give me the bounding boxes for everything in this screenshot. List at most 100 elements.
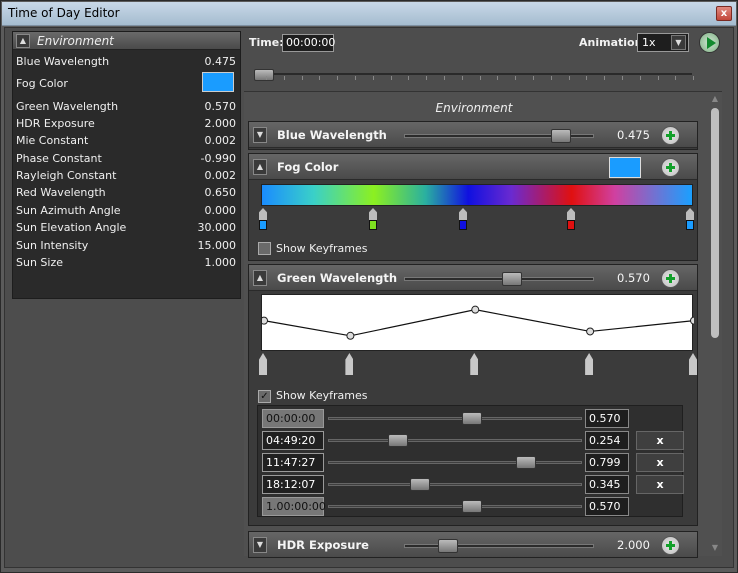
blue-wavelength-slider[interactable] bbox=[404, 129, 594, 143]
curve-plot bbox=[260, 305, 698, 340]
property-name: Phase Constant bbox=[16, 152, 102, 165]
keyframe-time-input[interactable]: 1.00:00:00 bbox=[262, 497, 326, 516]
curve-keyframe-marker[interactable] bbox=[585, 353, 594, 375]
animation-speed-value: 1x bbox=[642, 36, 656, 49]
add-keyframe-button[interactable] bbox=[661, 269, 680, 288]
keyframe-time-input[interactable]: 00:00:00 bbox=[262, 409, 324, 428]
property-row-rayleigh-constant[interactable]: Rayleigh Constant 0.002 bbox=[16, 167, 236, 184]
section-name: Fog Color bbox=[277, 160, 339, 174]
scroll-up-icon[interactable]: ▲ bbox=[710, 94, 720, 104]
property-value: 0.000 bbox=[204, 204, 237, 217]
property-row-blue-wavelength[interactable]: Blue Wavelength 0.475 bbox=[16, 53, 236, 70]
blue-wavelength-section: ▼ Blue Wavelength 0.475 bbox=[248, 121, 698, 150]
property-value: 0.002 bbox=[204, 169, 237, 182]
add-keyframe-button[interactable] bbox=[661, 126, 680, 145]
curve-keyframe-marker[interactable] bbox=[345, 353, 354, 375]
green-show-keyframes-checkbox[interactable]: ✓ bbox=[258, 390, 271, 403]
keyframe-time-input[interactable]: 04:49:20 bbox=[262, 431, 324, 450]
hdr-exposure-slider[interactable] bbox=[404, 539, 594, 553]
property-name: HDR Exposure bbox=[16, 117, 95, 130]
scroll-down-icon[interactable]: ▼ bbox=[710, 543, 720, 553]
curve-keyframe-point[interactable] bbox=[346, 331, 355, 340]
keyframe-value-input[interactable]: 0.570 bbox=[585, 497, 629, 516]
green-wavelength-slider[interactable] bbox=[404, 272, 594, 286]
keyframe-value-input[interactable]: 0.254 bbox=[585, 431, 629, 450]
keyframe-value-slider[interactable] bbox=[328, 500, 582, 513]
keyframe-time-input[interactable]: 18:12:07 bbox=[262, 475, 324, 494]
slider-thumb[interactable] bbox=[551, 129, 572, 143]
expand-toggle[interactable]: ▼ bbox=[253, 127, 267, 143]
expand-toggle[interactable]: ▼ bbox=[253, 537, 267, 553]
property-row-phase-constant[interactable]: Phase Constant -0.990 bbox=[16, 150, 236, 167]
chevron-down-icon[interactable]: ▼ bbox=[671, 35, 686, 50]
fog-color-swatch[interactable] bbox=[609, 157, 641, 178]
property-list-header: ▲ Environment bbox=[13, 32, 240, 50]
property-row-green-wavelength[interactable]: Green Wavelength 0.570 bbox=[16, 98, 236, 115]
animation-speed-select[interactable]: 1x ▼ bbox=[637, 33, 689, 52]
curve-keyframe-marker[interactable] bbox=[259, 353, 267, 375]
property-name: Sun Elevation Angle bbox=[16, 221, 127, 234]
keyframe-time-input[interactable]: 11:47:27 bbox=[262, 453, 324, 472]
fog-color-swatch[interactable] bbox=[202, 72, 234, 92]
curve-keyframe-point[interactable] bbox=[690, 316, 698, 325]
remove-keyframe-button[interactable]: x bbox=[636, 453, 684, 472]
property-row-sun-elevation-angle[interactable]: Sun Elevation Angle 30.000 bbox=[16, 219, 236, 236]
collapse-toggle[interactable]: ▲ bbox=[253, 270, 267, 286]
property-value: 0.650 bbox=[204, 186, 237, 199]
curve-keyframe-point[interactable] bbox=[471, 305, 480, 314]
property-row-sun-azimuth-angle[interactable]: Sun Azimuth Angle 0.000 bbox=[16, 202, 236, 219]
color-keyframe-marker[interactable] bbox=[258, 208, 268, 232]
keyframe-value-input[interactable]: 0.799 bbox=[585, 453, 629, 472]
scrollbar-thumb[interactable] bbox=[711, 108, 719, 338]
slider-thumb[interactable] bbox=[388, 434, 409, 447]
slider-thumb[interactable] bbox=[409, 478, 430, 491]
property-name: Fog Color bbox=[16, 77, 68, 90]
collapse-toggle[interactable]: ▲ bbox=[16, 34, 30, 48]
keyframe-value-input[interactable]: 0.570 bbox=[585, 409, 629, 428]
property-value: 0.570 bbox=[204, 100, 237, 113]
play-button[interactable] bbox=[699, 32, 720, 53]
property-row-sun-intensity[interactable]: Sun Intensity 15.000 bbox=[16, 237, 236, 254]
curve-keyframe-marker[interactable] bbox=[689, 353, 697, 375]
keyframe-value-slider[interactable] bbox=[328, 412, 582, 425]
time-slider-thumb[interactable] bbox=[254, 69, 274, 81]
color-keyframe-marker[interactable] bbox=[458, 208, 468, 232]
slider-thumb[interactable] bbox=[438, 539, 458, 553]
property-row-fog-color[interactable]: Fog Color bbox=[16, 72, 236, 96]
slider-thumb[interactable] bbox=[462, 500, 483, 513]
add-keyframe-button[interactable] bbox=[661, 536, 680, 555]
curve-keyframe-marker[interactable] bbox=[470, 353, 479, 375]
color-keyframe-marker[interactable] bbox=[368, 208, 378, 232]
remove-keyframe-button[interactable]: x bbox=[636, 431, 684, 450]
keyframe-value-slider[interactable] bbox=[328, 456, 582, 469]
property-row-sun-size[interactable]: Sun Size 1.000 bbox=[16, 254, 236, 271]
slider-thumb[interactable] bbox=[515, 456, 536, 469]
keyframe-value-slider[interactable] bbox=[328, 434, 582, 447]
show-keyframes-label: Show Keyframes bbox=[276, 389, 368, 402]
close-button[interactable]: x bbox=[716, 6, 732, 21]
keyframe-value-slider[interactable] bbox=[328, 478, 582, 491]
fog-show-keyframes-checkbox[interactable] bbox=[258, 242, 271, 255]
time-input[interactable]: 00:00:00 bbox=[282, 34, 335, 52]
timeline-tick bbox=[604, 76, 606, 80]
remove-keyframe-button[interactable]: x bbox=[636, 475, 684, 494]
property-row-hdr-exposure[interactable]: HDR Exposure 2.000 bbox=[16, 115, 236, 132]
property-row-red-wavelength[interactable]: Red Wavelength 0.650 bbox=[16, 184, 236, 201]
curve-keyframe-point[interactable] bbox=[586, 327, 595, 336]
keyframe-color bbox=[567, 220, 575, 230]
curve-keyframe-point[interactable] bbox=[260, 316, 268, 325]
collapse-toggle[interactable]: ▲ bbox=[253, 159, 267, 175]
slider-thumb[interactable] bbox=[501, 272, 522, 286]
slider-thumb[interactable] bbox=[462, 412, 483, 425]
keyframe-value-input[interactable]: 0.345 bbox=[585, 475, 629, 494]
section-value: 0.475 bbox=[617, 128, 650, 142]
vertical-scrollbar[interactable]: ▲ ▼ bbox=[708, 94, 722, 556]
fog-color-gradient[interactable] bbox=[261, 184, 693, 206]
green-wavelength-curve[interactable] bbox=[260, 294, 698, 351]
color-keyframe-marker[interactable] bbox=[685, 208, 695, 232]
add-keyframe-button[interactable] bbox=[661, 158, 680, 177]
property-row-mie-constant[interactable]: Mie Constant 0.002 bbox=[16, 132, 236, 149]
timeline-tick bbox=[497, 76, 499, 80]
timeline-tick bbox=[444, 76, 445, 80]
color-keyframe-marker[interactable] bbox=[566, 208, 576, 232]
